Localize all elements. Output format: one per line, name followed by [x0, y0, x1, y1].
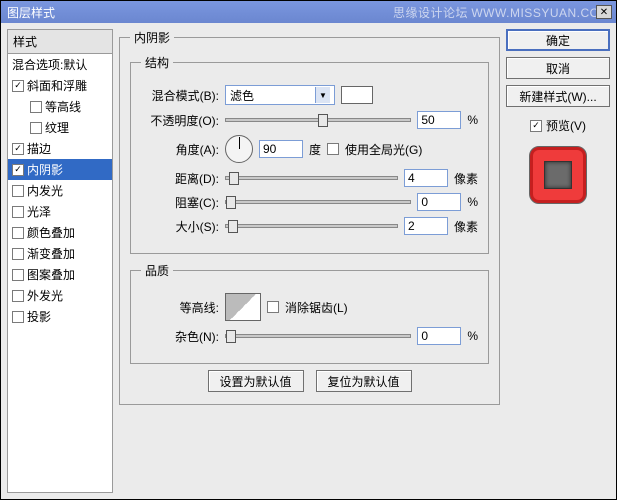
- style-item[interactable]: 渐变叠加: [8, 243, 112, 264]
- style-item-label: 外发光: [27, 287, 63, 304]
- inner-shadow-panel: 内阴影 结构 混合模式(B): 滤色 ▼ 不透明度(O):: [119, 29, 500, 405]
- choke-slider[interactable]: [225, 200, 411, 204]
- color-swatch[interactable]: [341, 86, 373, 104]
- size-input[interactable]: 2: [404, 217, 448, 235]
- style-checkbox[interactable]: [12, 227, 24, 239]
- opacity-input[interactable]: 50: [417, 111, 461, 129]
- style-item-label: 描边: [27, 140, 51, 157]
- blend-options-row[interactable]: 混合选项:默认: [8, 54, 112, 75]
- style-item-label: 光泽: [27, 203, 51, 220]
- style-item-label: 纹理: [45, 119, 69, 136]
- set-default-button[interactable]: 设置为默认值: [208, 370, 304, 392]
- style-checkbox[interactable]: ✓: [12, 80, 24, 92]
- style-item[interactable]: 图案叠加: [8, 264, 112, 285]
- style-item-label: 颜色叠加: [27, 224, 75, 241]
- contour-picker[interactable]: [225, 293, 261, 321]
- style-checkbox[interactable]: [12, 269, 24, 281]
- chevron-down-icon: ▼: [315, 87, 330, 103]
- ok-button[interactable]: 确定: [506, 29, 610, 51]
- style-item-label: 内发光: [27, 182, 63, 199]
- style-checkbox[interactable]: ✓: [12, 164, 24, 176]
- style-item-label: 等高线: [45, 98, 81, 115]
- choke-label: 阻塞(C):: [141, 194, 219, 211]
- global-light-label: 使用全局光(G): [345, 141, 422, 158]
- style-checkbox[interactable]: [12, 185, 24, 197]
- style-checkbox[interactable]: [30, 101, 42, 113]
- style-item[interactable]: 内发光: [8, 180, 112, 201]
- contour-label: 等高线:: [141, 299, 219, 316]
- structure-group: 结构 混合模式(B): 滤色 ▼ 不透明度(O): 50 %: [130, 54, 489, 254]
- style-checkbox[interactable]: [12, 248, 24, 260]
- close-button[interactable]: ✕: [596, 5, 612, 19]
- size-label: 大小(S):: [141, 218, 219, 235]
- style-item[interactable]: 颜色叠加: [8, 222, 112, 243]
- panel-title: 内阴影: [130, 29, 174, 46]
- window-title: 图层样式: [7, 4, 55, 21]
- style-item-label: 投影: [27, 308, 51, 325]
- style-checkbox[interactable]: [30, 122, 42, 134]
- styles-header[interactable]: 样式: [8, 30, 112, 54]
- choke-input[interactable]: 0: [417, 193, 461, 211]
- noise-label: 杂色(N):: [141, 328, 219, 345]
- style-checkbox[interactable]: [12, 311, 24, 323]
- style-item[interactable]: 等高线: [8, 96, 112, 117]
- opacity-slider[interactable]: [225, 118, 411, 122]
- antialias-checkbox[interactable]: [267, 301, 279, 313]
- new-style-button[interactable]: 新建样式(W)...: [506, 85, 610, 107]
- style-item[interactable]: 光泽: [8, 201, 112, 222]
- titlebar[interactable]: 图层样式 思缘设计论坛 WWW.MISSYUAN.COM: [1, 1, 616, 23]
- reset-default-button[interactable]: 复位为默认值: [316, 370, 412, 392]
- style-item-label: 斜面和浮雕: [27, 77, 87, 94]
- angle-label: 角度(A):: [141, 141, 219, 158]
- distance-input[interactable]: 4: [404, 169, 448, 187]
- size-slider[interactable]: [225, 224, 398, 228]
- angle-dial[interactable]: [225, 135, 253, 163]
- layer-style-dialog: 图层样式 思缘设计论坛 WWW.MISSYUAN.COM ✕ 样式 混合选项:默…: [0, 0, 617, 500]
- style-checkbox[interactable]: [12, 290, 24, 302]
- style-checkbox[interactable]: ✓: [12, 143, 24, 155]
- opacity-label: 不透明度(O):: [141, 112, 219, 129]
- distance-label: 距离(D):: [141, 170, 219, 187]
- preview-checkbox[interactable]: ✓: [530, 120, 542, 132]
- style-item[interactable]: 纹理: [8, 117, 112, 138]
- quality-group: 品质 等高线: 消除锯齿(L) 杂色(N): 0 %: [130, 262, 489, 364]
- styles-list: 样式 混合选项:默认 ✓斜面和浮雕等高线纹理✓描边✓内阴影内发光光泽颜色叠加渐变…: [7, 29, 113, 493]
- noise-slider[interactable]: [225, 334, 411, 338]
- blend-mode-label: 混合模式(B):: [141, 87, 219, 104]
- cancel-button[interactable]: 取消: [506, 57, 610, 79]
- style-item-label: 图案叠加: [27, 266, 75, 283]
- antialias-label: 消除锯齿(L): [285, 299, 348, 316]
- style-checkbox[interactable]: [12, 206, 24, 218]
- preview-label: 预览(V): [546, 117, 586, 134]
- blend-mode-combo[interactable]: 滤色 ▼: [225, 85, 335, 105]
- global-light-checkbox[interactable]: [327, 143, 339, 155]
- style-item[interactable]: ✓斜面和浮雕: [8, 75, 112, 96]
- style-item[interactable]: 投影: [8, 306, 112, 327]
- style-item[interactable]: ✓描边: [8, 138, 112, 159]
- distance-slider[interactable]: [225, 176, 398, 180]
- style-item-label: 内阴影: [27, 161, 63, 178]
- noise-input[interactable]: 0: [417, 327, 461, 345]
- angle-input[interactable]: 90: [259, 140, 303, 158]
- style-item[interactable]: ✓内阴影: [8, 159, 112, 180]
- style-item[interactable]: 外发光: [8, 285, 112, 306]
- style-item-label: 渐变叠加: [27, 245, 75, 262]
- watermark: 思缘设计论坛 WWW.MISSYUAN.COM: [393, 4, 610, 21]
- preview-thumbnail: [529, 146, 587, 204]
